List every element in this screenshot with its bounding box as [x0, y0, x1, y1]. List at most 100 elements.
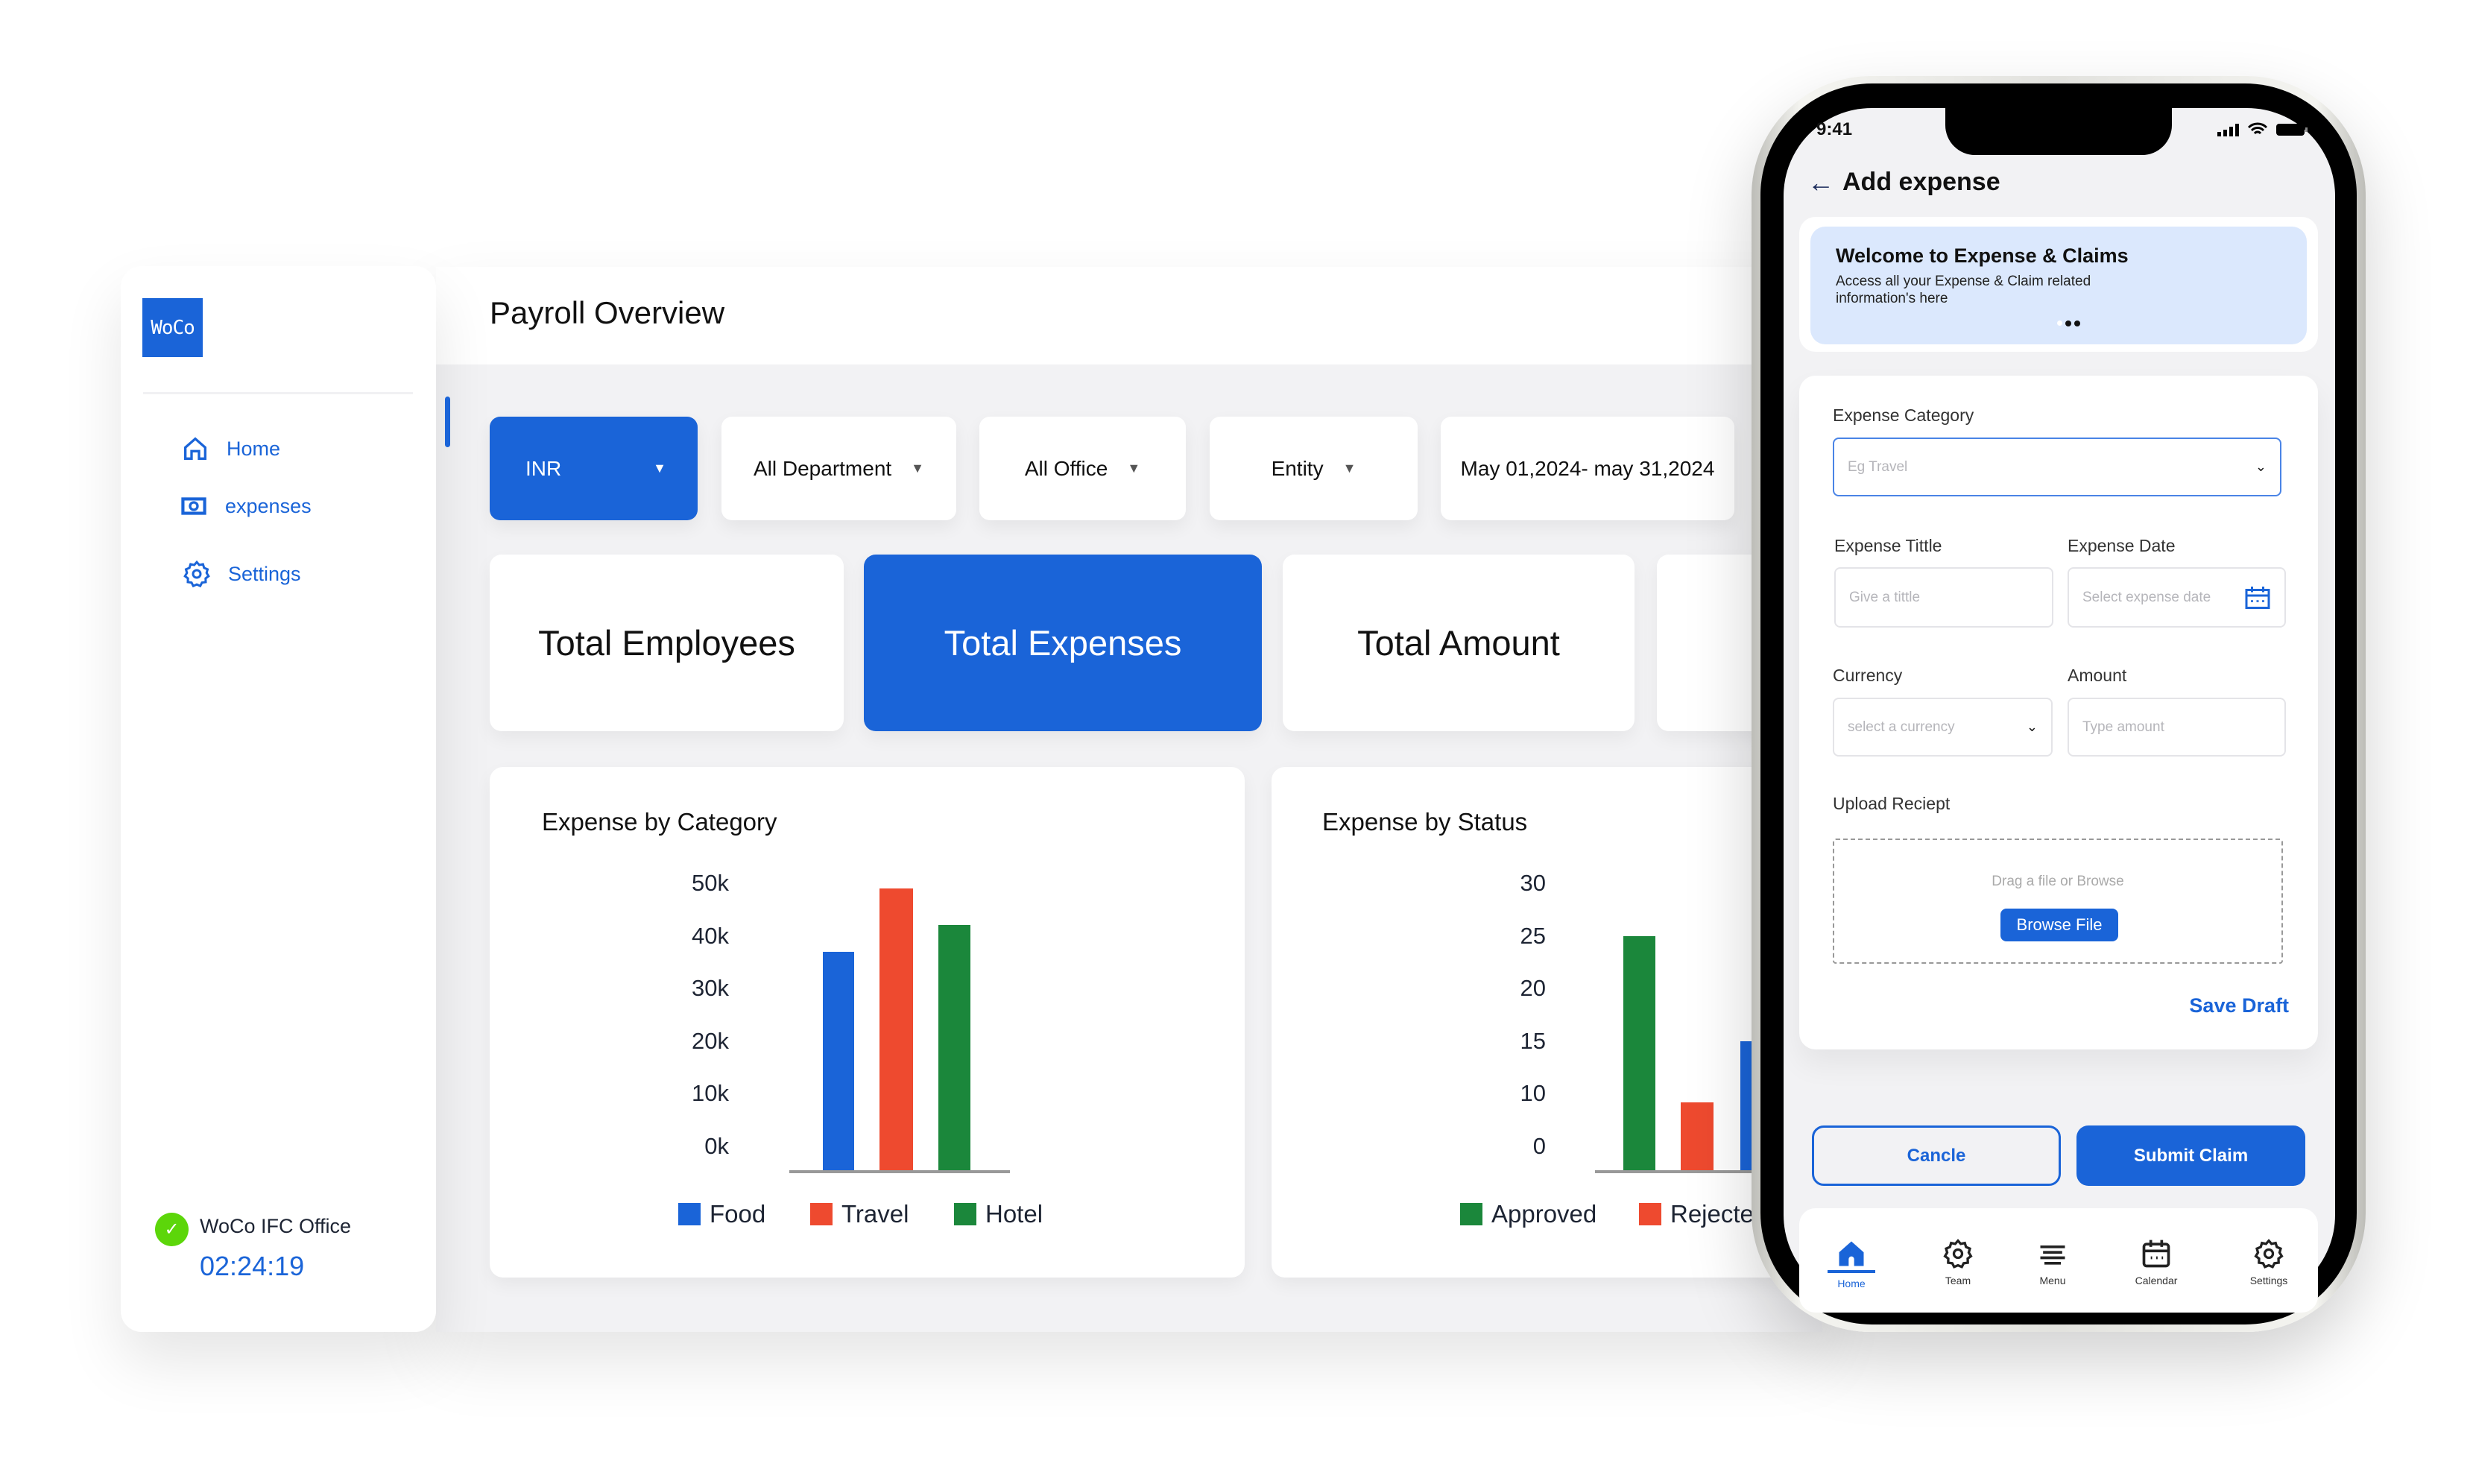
office-timer: 02:24:19 — [200, 1251, 305, 1281]
wifi-icon — [2247, 122, 2268, 135]
tab-label: Team — [1945, 1275, 1971, 1286]
tab-home[interactable]: Home — [1814, 1237, 1889, 1289]
legend-item: Food — [678, 1200, 765, 1228]
legend-label: Travel — [841, 1200, 909, 1228]
browse-file-button[interactable]: Browse File — [2000, 909, 2118, 941]
total-expenses-card[interactable]: Total Expenses — [864, 555, 1262, 731]
battery-icon — [2276, 124, 2308, 136]
upload-dropzone[interactable] — [1833, 839, 2283, 964]
legend-item: Approved — [1460, 1200, 1596, 1228]
home-icon — [1839, 1241, 1864, 1266]
card-label: Total Amount — [1357, 623, 1560, 663]
y-tick-label: 30 — [1520, 870, 1546, 896]
amount-label: Amount — [2068, 666, 2127, 685]
legend-swatch — [1460, 1203, 1482, 1225]
save-draft-link[interactable]: Save Draft — [2161, 994, 2289, 1017]
y-tick-label: 20 — [1520, 975, 1546, 1002]
tab-label: Home — [1837, 1278, 1866, 1289]
filter-label: May 01,2024- may 31,2024 — [1460, 456, 1715, 480]
y-tick-label: 10 — [1520, 1080, 1546, 1107]
placeholder: select a currency — [1848, 719, 1955, 735]
office-filter[interactable]: All Office ▼ — [979, 417, 1186, 520]
calendar-icon[interactable] — [2244, 585, 2271, 610]
tab-label: Menu — [2039, 1275, 2066, 1286]
card-label: Total Employees — [538, 623, 795, 663]
legend-item: Travel — [810, 1200, 909, 1228]
expense-title-input[interactable]: Give a tittle — [1834, 567, 2053, 628]
carousel-dots[interactable] — [2057, 321, 2080, 326]
tab-menu[interactable]: Menu — [2015, 1237, 2090, 1286]
date-range-filter[interactable]: May 01,2024- may 31,2024 — [1441, 417, 1734, 520]
bar-hotel[interactable] — [938, 925, 970, 1172]
submit-claim-button[interactable]: Submit Claim — [2076, 1125, 2305, 1186]
legend-item: Hotel — [954, 1200, 1043, 1228]
currency-select[interactable]: select a currency ⌄ — [1833, 698, 2053, 757]
screen-title: Add expense — [1842, 168, 2000, 196]
tab-team[interactable]: Team — [1921, 1237, 1995, 1286]
calendar-icon — [2142, 1240, 2170, 1268]
legend-swatch — [810, 1203, 833, 1225]
menu-icon — [2040, 1245, 2065, 1265]
office-name: WoCo IFC Office — [200, 1215, 352, 1237]
home-icon — [184, 437, 206, 460]
sidebar-item-settings[interactable]: Settings — [182, 559, 301, 589]
legend-label: Food — [710, 1200, 766, 1228]
tab-calendar[interactable]: Calendar — [2119, 1237, 2194, 1286]
sidebar-item-home[interactable]: Home — [180, 434, 280, 464]
woco-logo: WoCo — [142, 298, 203, 357]
total-employees-card[interactable]: Total Employees — [490, 555, 844, 731]
sidebar-divider — [143, 392, 413, 394]
caret-down-icon: ▼ — [911, 461, 924, 476]
caret-down-icon: ▼ — [1342, 461, 1356, 476]
bar-food[interactable] — [823, 951, 854, 1172]
expense-date-input[interactable]: Select expense date — [2068, 567, 2286, 628]
title-label: Expense Tittle — [1834, 536, 1942, 555]
tab-label: Settings — [2249, 1275, 2288, 1286]
check-circle-icon: ✓ — [155, 1213, 189, 1246]
filter-label: INR — [525, 456, 562, 480]
cancel-button[interactable]: Cancle — [1812, 1125, 2061, 1186]
gear-icon — [2254, 1239, 2284, 1269]
y-tick-label: 10k — [692, 1080, 729, 1107]
y-tick-label: 15 — [1520, 1027, 1546, 1054]
gear-icon — [1943, 1239, 1973, 1269]
sidebar-item-label: Home — [227, 437, 281, 460]
signal-icon — [2217, 124, 2239, 136]
department-filter[interactable]: All Department ▼ — [721, 417, 956, 520]
bar-approved[interactable] — [1623, 935, 1655, 1172]
filter-label: All Department — [753, 456, 892, 480]
amount-input[interactable]: Type amount — [2068, 698, 2286, 757]
placeholder: Eg Travel — [1848, 458, 1908, 475]
caret-down-icon: ▼ — [1127, 461, 1141, 476]
phone-notch — [1945, 104, 2172, 155]
legend-swatch — [954, 1203, 976, 1225]
currency-filter[interactable]: INR ▼ — [490, 417, 698, 520]
legend-label: Approved — [1491, 1200, 1597, 1228]
back-arrow-icon[interactable]: ← — [1807, 167, 1834, 198]
scroll-indicator[interactable] — [445, 397, 450, 447]
card-label: Total Expenses — [944, 623, 1182, 663]
placeholder: Give a tittle — [1849, 589, 1921, 605]
total-amount-card[interactable]: Total Amount — [1283, 555, 1635, 731]
upload-label: Upload Reciept — [1833, 794, 1951, 813]
page-title: Payroll Overview — [490, 295, 725, 330]
y-tick-label: 0k — [704, 1133, 729, 1159]
banner-title: Welcome to Expense & Claims — [1836, 244, 2129, 267]
placeholder: Type amount — [2082, 719, 2164, 735]
bar-travel[interactable] — [879, 888, 913, 1172]
y-tick-label: 40k — [692, 922, 729, 949]
bar-rejected[interactable] — [1681, 1102, 1714, 1172]
status-time: 9:41 — [1816, 119, 1853, 139]
tab-settings[interactable]: Settings — [2232, 1237, 2306, 1286]
category-label: Expense Category — [1833, 405, 1974, 425]
sidebar-item-expenses[interactable]: expenses — [179, 491, 312, 521]
sidebar-item-label: Settings — [228, 562, 301, 585]
banner-subtitle: information's here — [1836, 291, 1948, 306]
filter-label: Entity — [1271, 456, 1324, 480]
expense-category-select[interactable]: Eg Travel ⌄ — [1833, 438, 2281, 496]
sidebar-item-label: expenses — [225, 494, 312, 517]
legend-item: Rejected — [1639, 1200, 1767, 1228]
y-tick-label: 20k — [692, 1027, 729, 1054]
entity-filter[interactable]: Entity ▼ — [1210, 417, 1418, 520]
chevron-down-icon: ⌄ — [2255, 459, 2267, 474]
